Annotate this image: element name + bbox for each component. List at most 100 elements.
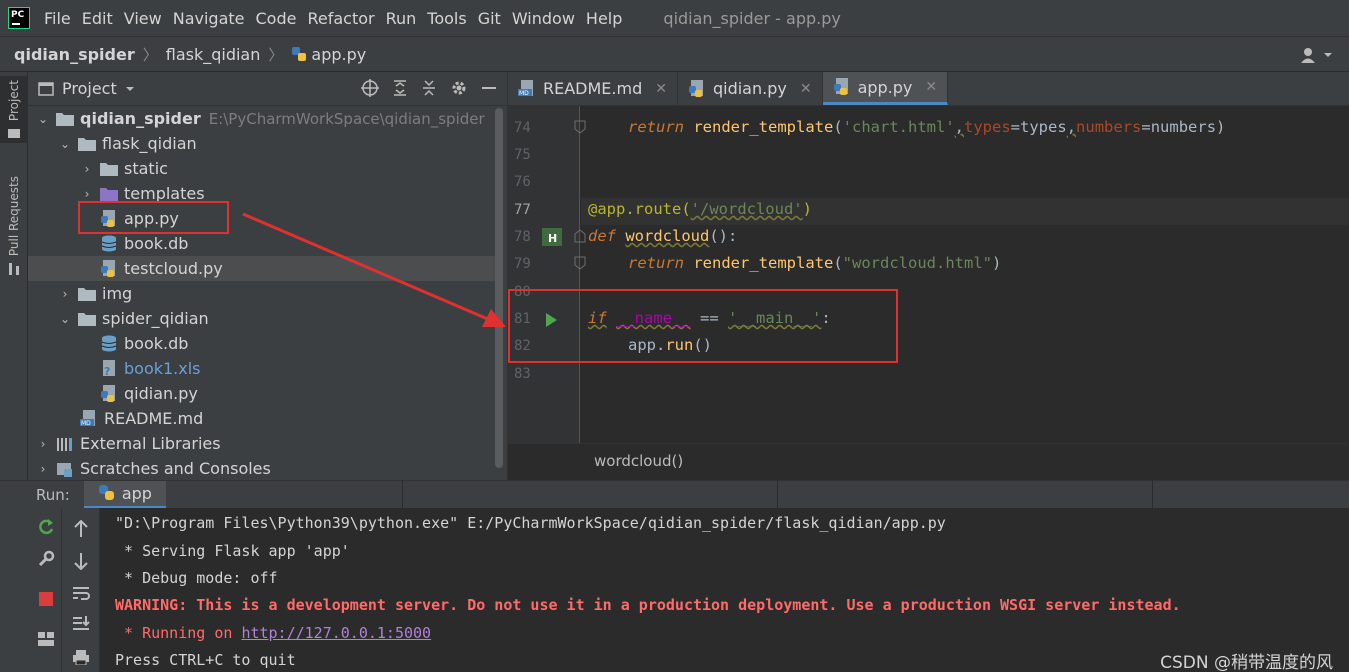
breadcrumb-folder[interactable]: flask_qidian: [166, 45, 261, 64]
breadcrumb-file[interactable]: app.py: [311, 45, 366, 64]
menu-code[interactable]: Code: [256, 9, 297, 28]
arrow-down-icon[interactable]: [70, 550, 92, 572]
project-window-icon: [38, 81, 54, 96]
library-icon: [57, 437, 72, 451]
layout-icon[interactable]: [35, 628, 57, 650]
gear-icon[interactable]: [450, 79, 468, 97]
editor-gutter: 74 75 76 77 78 79 80 81 82 83 H: [508, 106, 586, 443]
menu-help[interactable]: Help: [586, 9, 622, 28]
chevron-right-icon[interactable]: ›: [36, 462, 50, 476]
tree-item-book-db[interactable]: book.db: [28, 231, 498, 256]
folder-icon: [78, 137, 96, 151]
project-panel-header: Project: [28, 72, 507, 106]
tree-item-flask-qidian[interactable]: ⌄ flask_qidian: [28, 131, 498, 156]
python-file-icon: [688, 79, 703, 97]
chevron-down-icon[interactable]: [125, 85, 135, 93]
chevron-right-icon: 〉: [268, 45, 284, 64]
server-url-link[interactable]: http://127.0.0.1:5000: [241, 624, 431, 642]
svg-text:MD: MD: [81, 420, 91, 427]
menu-tools[interactable]: Tools: [427, 9, 466, 28]
folder-icon: [56, 112, 74, 126]
soft-wrap-icon[interactable]: [70, 582, 92, 604]
markdown-file-icon: MD: [518, 79, 533, 97]
fold-marker-icon[interactable]: [574, 256, 586, 270]
chevron-right-icon[interactable]: ›: [80, 187, 94, 201]
tree-scrollbar[interactable]: [495, 108, 503, 468]
line-number: 83: [514, 366, 531, 382]
python-file-icon: [101, 259, 115, 277]
stop-icon[interactable]: [35, 588, 57, 610]
breadcrumb-function[interactable]: wordcloud(): [594, 452, 683, 470]
tree-item-static[interactable]: › static: [28, 156, 498, 181]
endpoint-gutter-icon[interactable]: H: [542, 228, 562, 246]
tree-item-scratches[interactable]: › Scratches and Consoles: [28, 456, 498, 481]
menu-file[interactable]: File: [44, 9, 71, 28]
user-menu[interactable]: [1301, 47, 1333, 63]
csdn-watermark: CSDN @稍带温度的风: [1160, 653, 1333, 672]
chevron-down-icon[interactable]: ⌄: [58, 312, 72, 326]
close-icon[interactable]: ✕: [655, 81, 667, 97]
breadcrumb-project[interactable]: qidian_spider: [14, 45, 135, 64]
fold-marker-icon[interactable]: [574, 229, 586, 243]
console-line: * Debug mode: off: [115, 569, 278, 587]
console-line: * Serving Flask app 'app': [115, 542, 350, 560]
locate-icon[interactable]: [361, 79, 379, 97]
scroll-to-end-icon[interactable]: [70, 612, 92, 634]
chevron-right-icon[interactable]: ›: [80, 162, 94, 176]
menu-refactor[interactable]: Refactor: [307, 9, 374, 28]
user-icon: [1301, 48, 1315, 63]
menu-git[interactable]: Git: [478, 9, 501, 28]
tab-app-py[interactable]: app.py ✕: [822, 72, 949, 105]
markdown-file-icon: MD: [80, 409, 95, 427]
tree-item-spider-qidian[interactable]: ⌄ spider_qidian: [28, 306, 498, 331]
tree-item-book1-xls[interactable]: ? book1.xls: [28, 356, 498, 381]
menu-view[interactable]: View: [124, 9, 162, 28]
left-tool-strip: Project Pull Requests: [0, 72, 28, 480]
collapse-all-icon[interactable]: [421, 79, 437, 97]
print-icon[interactable]: [70, 646, 92, 668]
tab-qidian-py[interactable]: qidian.py ✕: [678, 72, 823, 105]
menu-run[interactable]: Run: [386, 9, 417, 28]
line-number: 76: [514, 174, 531, 190]
minimize-icon[interactable]: [481, 79, 497, 97]
folder-icon: [100, 162, 118, 176]
fold-marker-icon[interactable]: [574, 120, 586, 134]
tree-item-readme-md[interactable]: MD README.md: [28, 406, 498, 431]
tree-item-img[interactable]: › img: [28, 281, 498, 306]
project-panel-title[interactable]: Project: [62, 79, 117, 98]
scratches-icon: [57, 462, 72, 477]
tree-item-qidian-spider[interactable]: ⌄ qidian_spider E:\PyCharmWorkSpace\qidi…: [28, 106, 498, 131]
tool-window-pull-requests[interactable]: Pull Requests: [0, 172, 28, 280]
chevron-down-icon[interactable]: ⌄: [58, 137, 72, 151]
tree-item-external-libraries[interactable]: › External Libraries: [28, 431, 498, 456]
close-icon[interactable]: ✕: [800, 81, 812, 97]
code-line-74: return render_template('chart.html',type…: [628, 118, 1226, 136]
tree-item-qidian-py[interactable]: qidian.py: [28, 381, 498, 406]
chevron-right-icon[interactable]: ›: [58, 287, 72, 301]
menu-navigate[interactable]: Navigate: [173, 9, 245, 28]
chevron-down-icon[interactable]: ⌄: [36, 112, 50, 126]
svg-text:MD: MD: [519, 90, 529, 97]
menu-window[interactable]: Window: [512, 9, 575, 28]
tree-item-testcloud-py[interactable]: testcloud.py: [28, 256, 498, 281]
python-file-icon: [833, 78, 848, 95]
run-console[interactable]: "D:\Program Files\Python39\python.exe" E…: [100, 508, 1349, 672]
chevron-right-icon[interactable]: ›: [36, 437, 50, 451]
wrench-icon[interactable]: [35, 548, 57, 570]
tree-item-book-db-2[interactable]: book.db: [28, 331, 498, 356]
run-tab-app[interactable]: app: [83, 480, 166, 509]
console-line: * Running on http://127.0.0.1:5000: [115, 624, 432, 642]
expand-all-icon[interactable]: [392, 79, 408, 97]
pycharm-logo-icon: PC: [8, 7, 30, 29]
tab-readme-md[interactable]: MD README.md ✕: [508, 72, 678, 105]
database-icon: [101, 235, 117, 251]
console-line: "D:\Program Files\Python39\python.exe" E…: [115, 514, 946, 532]
folder-icon: [78, 287, 96, 301]
code-view[interactable]: return render_template('chart.html',type…: [588, 106, 1348, 443]
annotation-box-app-py: [78, 201, 229, 234]
menu-edit[interactable]: Edit: [82, 9, 113, 28]
rerun-icon[interactable]: [35, 516, 57, 538]
close-icon[interactable]: ✕: [925, 79, 937, 95]
arrow-up-icon[interactable]: [70, 518, 92, 540]
tool-window-project[interactable]: Project: [0, 76, 28, 144]
